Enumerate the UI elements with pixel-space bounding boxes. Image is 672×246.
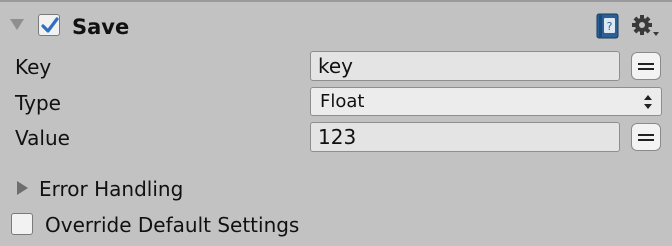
value-field[interactable]: 123	[310, 122, 620, 152]
override-settings-row[interactable]: Override Default Settings	[0, 208, 672, 242]
key-row: Key key	[0, 48, 672, 84]
type-row: Type Float	[0, 84, 672, 120]
dropdown-arrows-icon	[644, 95, 652, 109]
help-book-icon[interactable]: ?	[596, 13, 620, 39]
key-label: Key	[15, 55, 52, 79]
expand-arrow-icon[interactable]	[17, 181, 28, 195]
error-handling-label: Error Handling	[39, 177, 184, 201]
key-field[interactable]: key	[310, 51, 620, 81]
override-settings-label: Override Default Settings	[45, 213, 300, 237]
component-title: Save	[72, 15, 130, 39]
type-dropdown-value: Float	[320, 91, 365, 112]
component-header[interactable]: Save ?	[0, 2, 672, 46]
type-dropdown[interactable]: Float	[310, 87, 662, 116]
value-row: Value 123	[0, 119, 672, 155]
type-label: Type	[15, 91, 61, 115]
checkmark-icon	[41, 17, 59, 33]
value-label: Value	[15, 126, 70, 150]
key-equals-button[interactable]	[631, 52, 661, 80]
gear-icon[interactable]	[630, 12, 662, 40]
svg-text:?: ?	[607, 20, 613, 33]
override-settings-checkbox[interactable]	[11, 213, 33, 235]
collapse-arrow-icon[interactable]	[10, 19, 24, 30]
error-handling-foldout[interactable]: Error Handling	[0, 172, 672, 206]
value-equals-button[interactable]	[631, 123, 661, 151]
component-enabled-checkbox[interactable]	[38, 14, 60, 36]
